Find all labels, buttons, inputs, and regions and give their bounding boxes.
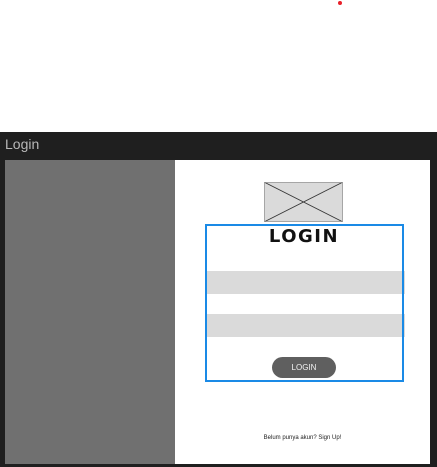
indicator-dot [338,1,342,5]
selection-outline [205,224,404,382]
image-placeholder-icon [264,182,343,222]
canvas: Login LOGIN LOGIN Belum punya akun? Sign… [0,0,437,467]
signup-link[interactable]: Belum punya akun? Sign Up! [175,435,430,441]
left-panel [5,160,175,464]
artboard-title[interactable]: Login [5,136,39,152]
